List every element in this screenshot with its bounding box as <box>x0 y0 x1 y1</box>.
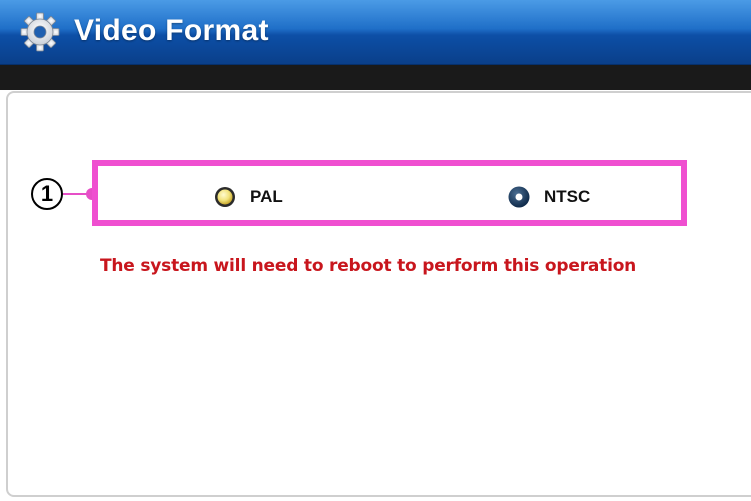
reboot-warning-text: The system will need to reboot to perfor… <box>100 256 637 276</box>
callout-marker: 1 <box>31 178 63 210</box>
gear-icon <box>20 12 60 52</box>
radio-label-pal: PAL <box>250 187 283 206</box>
radio-option-pal[interactable]: PAL <box>214 185 283 209</box>
header-divider-band <box>0 65 751 90</box>
page-title: Video Format <box>74 14 269 47</box>
video-format-screen: Video Format 1 PAL NTSC The system will … <box>0 0 751 501</box>
radio-label-ntsc: NTSC <box>544 187 591 206</box>
settings-panel <box>6 91 751 497</box>
title-bar: Video Format <box>0 0 751 65</box>
radio-unselected-icon[interactable] <box>214 186 236 208</box>
radio-selected-icon[interactable] <box>508 186 530 208</box>
highlight-box <box>92 160 687 226</box>
radio-option-ntsc[interactable]: NTSC <box>508 185 590 209</box>
